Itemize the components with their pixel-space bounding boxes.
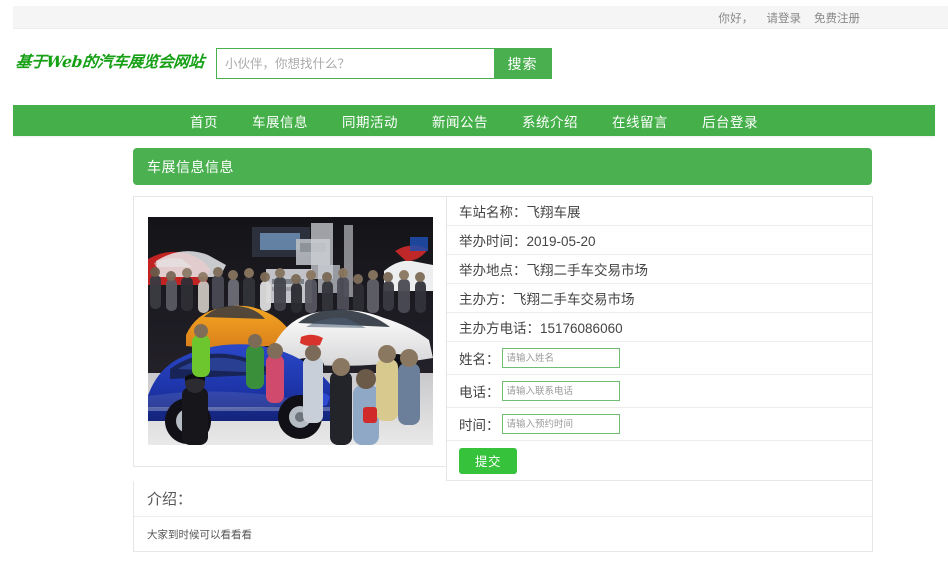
search-button[interactable]: 搜索 <box>494 49 551 78</box>
time-label: 时间： <box>459 418 500 433</box>
form-row-time: 时间： <box>447 408 872 441</box>
submit-button[interactable]: 提交 <box>459 447 517 474</box>
page-title: 车展信息信息 <box>147 158 234 175</box>
form-row-name: 姓名： <box>447 342 872 375</box>
phone-label: 电话： <box>459 385 500 400</box>
nav-item-autoshow-info[interactable]: 车展信息 <box>252 111 308 131</box>
nav-item-system-intro[interactable]: 系统介绍 <box>522 111 578 131</box>
detail-section: 车站名称：飞翔车展 举办时间：2019-05-20 举办地点：飞翔二手车交易市场… <box>133 196 873 481</box>
login-link[interactable]: 请登录 <box>767 10 802 26</box>
greeting-text: 你好， <box>718 13 754 25</box>
intro-title: 介绍： <box>134 481 872 517</box>
name-label: 姓名： <box>459 352 500 367</box>
info-row-station-name: 车站名称：飞翔车展 <box>447 197 872 226</box>
time-input[interactable] <box>501 414 620 434</box>
main-navigation: 首页 车展信息 同期活动 新闻公告 系统介绍 在线留言 后台登录 <box>13 105 935 136</box>
page-title-banner: 车展信息信息 <box>133 148 872 185</box>
site-logo[interactable]: 基于Web的汽车展览会网站 <box>15 50 205 72</box>
nav-item-news[interactable]: 新闻公告 <box>432 111 488 131</box>
form-submit-row: 提交 <box>447 441 872 480</box>
form-row-phone: 电话： <box>447 375 872 408</box>
info-row-organizer-phone: 主办方电话：15176086060 <box>447 313 872 342</box>
phone-input[interactable] <box>501 381 620 401</box>
nav-item-message-board[interactable]: 在线留言 <box>612 111 668 131</box>
info-row-event-date: 举办时间：2019-05-20 <box>447 226 872 255</box>
intro-section: 介绍： 大家到时候可以看看看 <box>133 481 873 552</box>
search-bar: 搜索 <box>216 48 552 79</box>
nav-item-concurrent-events[interactable]: 同期活动 <box>342 111 398 131</box>
autoshow-photo <box>148 217 433 445</box>
info-row-organizer: 主办方：飞翔二手车交易市场 <box>447 284 872 313</box>
nav-item-home[interactable]: 首页 <box>190 111 218 131</box>
top-utility-links: 你好， 请登录 免费注册 <box>718 10 860 26</box>
name-input[interactable] <box>501 348 620 368</box>
main-content: 车站名称：飞翔车展 举办时间：2019-05-20 举办地点：飞翔二手车交易市场… <box>133 196 873 552</box>
top-utility-bar: 你好， 请登录 免费注册 <box>13 6 948 29</box>
photo-cell <box>133 196 446 467</box>
search-input[interactable] <box>217 49 494 78</box>
register-link[interactable]: 免费注册 <box>814 10 860 26</box>
info-cell: 车站名称：飞翔车展 举办时间：2019-05-20 举办地点：飞翔二手车交易市场… <box>446 196 873 481</box>
nav-item-admin-login[interactable]: 后台登录 <box>702 111 758 131</box>
info-row-venue: 举办地点：飞翔二手车交易市场 <box>447 255 872 284</box>
intro-body: 大家到时候可以看看看 <box>147 528 252 541</box>
